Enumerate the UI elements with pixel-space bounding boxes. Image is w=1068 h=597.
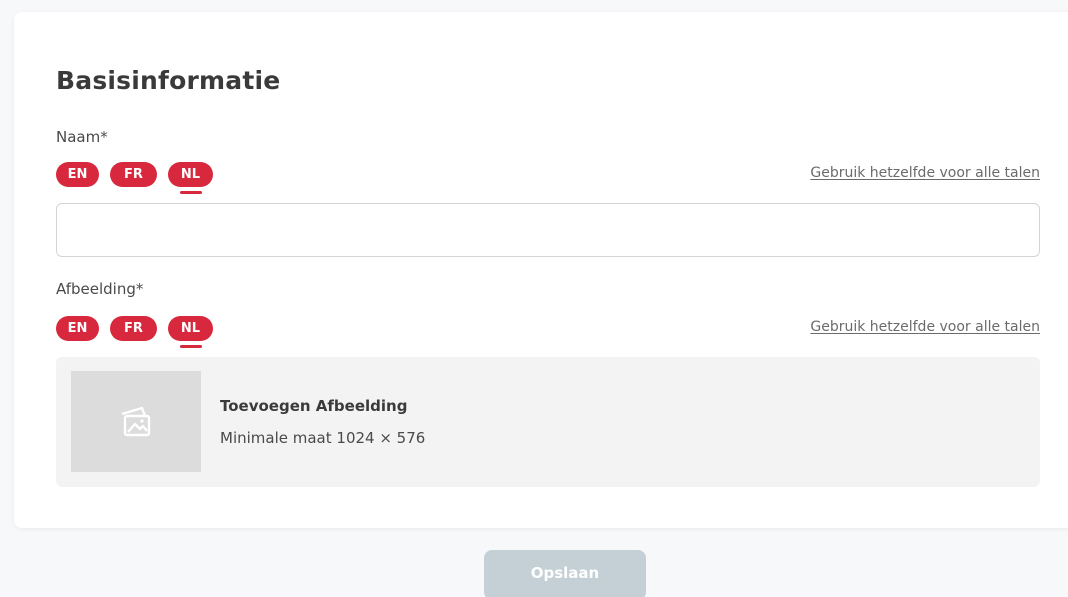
image-lang-tab-nl[interactable]: NL [168, 316, 213, 341]
image-use-same-for-all-link[interactable]: Gebruik hetzelfde voor alle talen [810, 319, 1040, 335]
name-use-same-for-all-link[interactable]: Gebruik hetzelfde voor alle talen [810, 165, 1040, 181]
name-lang-tab-en[interactable]: EN [56, 162, 99, 187]
name-active-lang-indicator [180, 191, 202, 194]
add-image-title: Toevoegen Afbeelding [220, 397, 408, 415]
section-title: Basisinformatie [56, 66, 281, 95]
image-thumbnail-placeholder [71, 371, 201, 472]
basic-info-card: Basisinformatie Naam* EN FR NL Gebruik h… [14, 12, 1068, 528]
image-placeholder-icon [121, 406, 151, 436]
image-field-label: Afbeelding* [56, 280, 144, 298]
image-lang-tab-fr[interactable]: FR [110, 316, 157, 341]
image-lang-tab-en[interactable]: EN [56, 316, 99, 341]
image-min-size-text: Minimale maat 1024 × 576 [220, 429, 426, 447]
image-language-selector: EN FR NL Gebruik hetzelfde voor alle tal… [56, 316, 1040, 348]
name-lang-tab-nl[interactable]: NL [168, 162, 213, 187]
name-language-selector: EN FR NL Gebruik hetzelfde voor alle tal… [56, 162, 1040, 194]
name-field-label: Naam* [56, 128, 108, 146]
image-active-lang-indicator [180, 345, 202, 348]
name-input[interactable] [56, 203, 1040, 257]
add-image-dropzone[interactable]: Toevoegen Afbeelding Minimale maat 1024 … [56, 357, 1040, 487]
save-button[interactable]: Opslaan [484, 550, 646, 597]
name-lang-tab-fr[interactable]: FR [110, 162, 157, 187]
